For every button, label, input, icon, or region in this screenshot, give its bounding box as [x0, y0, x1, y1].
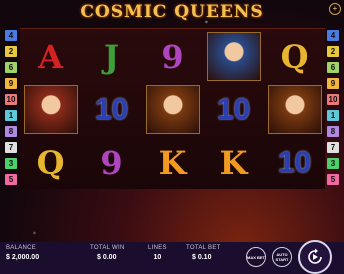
reel-1-row-3: Q: [22, 137, 79, 188]
payline-indicators-right: 4 2 6 9 10 1 8 7 3 5: [327, 28, 339, 188]
reel-4-row-2: 10: [205, 84, 262, 135]
reel-2-row-1: J: [83, 31, 140, 82]
payline-indicators-left: 4 2 6 9 10 1 8 7 3 5: [5, 28, 17, 188]
symbol-gold-queen: [145, 85, 200, 134]
payline-left-9: 9: [5, 78, 17, 89]
spin-icon: [308, 248, 322, 264]
reel-1-row-2: [22, 84, 79, 135]
payline-left-10: 10: [5, 94, 17, 105]
payline-right-1: 1: [327, 110, 339, 121]
total-win-label: TOTAL WIN: [90, 245, 125, 251]
total-bet-label: TOTAL BET: [186, 245, 221, 251]
symbol-gold-queen: [267, 85, 322, 134]
symbol-J: J: [103, 37, 120, 76]
payline-left-4: 4: [5, 30, 17, 41]
symbol-10: 10: [277, 145, 312, 179]
plus-icon[interactable]: +: [329, 3, 341, 15]
payline-left-1: 1: [5, 110, 17, 121]
symbol-9: 9: [161, 37, 184, 76]
payline-right-2: 2: [327, 46, 339, 57]
payline-right-6: 6: [327, 62, 339, 73]
balance-value: $ 2,000.00: [6, 254, 40, 261]
bottom-hud: [0, 242, 344, 274]
symbol-Q: Q: [36, 143, 65, 182]
total-bet-value: $ 0.10: [192, 254, 212, 261]
symbol-red-queen: [23, 85, 78, 134]
reel-2-row-3: 9: [83, 137, 140, 188]
symbol-10: 10: [94, 92, 129, 126]
payline-left-8: 8: [5, 126, 17, 137]
payline-left-2: 2: [5, 46, 17, 57]
game-title: COSMIC QUEENS: [80, 2, 264, 22]
payline-right-7: 7: [327, 142, 339, 153]
lines-display[interactable]: LINES 10: [148, 245, 167, 261]
symbol-K: K: [158, 143, 187, 182]
total-win-display: TOTAL WIN $ 0.00: [90, 245, 125, 261]
symbol-A: A: [38, 37, 63, 76]
spin-button[interactable]: [298, 240, 332, 274]
symbol-blue-queen: [206, 32, 261, 81]
payline-right-5: 5: [327, 174, 339, 185]
reel-3-row-3: K: [144, 137, 201, 188]
reel-5-row-2: [266, 84, 323, 135]
total-win-value: $ 0.00: [97, 254, 117, 261]
reel-3-row-2: [144, 84, 201, 135]
payline-right-10: 10: [327, 94, 339, 105]
balance-label: BALANCE: [6, 245, 37, 251]
symbol-10: 10: [216, 92, 251, 126]
payline-left-7: 7: [5, 142, 17, 153]
payline-right-9: 9: [327, 78, 339, 89]
reel-2-row-2: 10: [83, 84, 140, 135]
reel-grid: A Q J 10 9 9 K 10 K Q 10: [20, 28, 325, 189]
symbol-Q: Q: [280, 37, 309, 76]
reel-5-row-1: Q: [266, 31, 323, 82]
payline-right-3: 3: [327, 158, 339, 169]
symbol-9: 9: [100, 143, 123, 182]
balance-display: BALANCE $ 2,000.00: [6, 245, 39, 261]
reel-4-row-1: [205, 31, 262, 82]
total-bet-display[interactable]: TOTAL BET $ 0.10: [186, 245, 221, 261]
auto-start-button[interactable]: AUTO START: [272, 247, 292, 267]
payline-right-8: 8: [327, 126, 339, 137]
reel-5-row-3: 10: [266, 137, 323, 188]
lines-label: LINES: [148, 245, 167, 251]
symbol-K: K: [219, 143, 248, 182]
reel-1-row-1: A: [22, 31, 79, 82]
lines-value: 10: [153, 254, 162, 261]
payline-left-6: 6: [5, 62, 17, 73]
reel-3-row-1: 9: [144, 31, 201, 82]
payline-left-5: 5: [5, 174, 17, 185]
payline-left-3: 3: [5, 158, 17, 169]
max-bet-button[interactable]: MAX BET: [246, 247, 266, 267]
payline-right-4: 4: [327, 30, 339, 41]
reel-4-row-3: K: [205, 137, 262, 188]
